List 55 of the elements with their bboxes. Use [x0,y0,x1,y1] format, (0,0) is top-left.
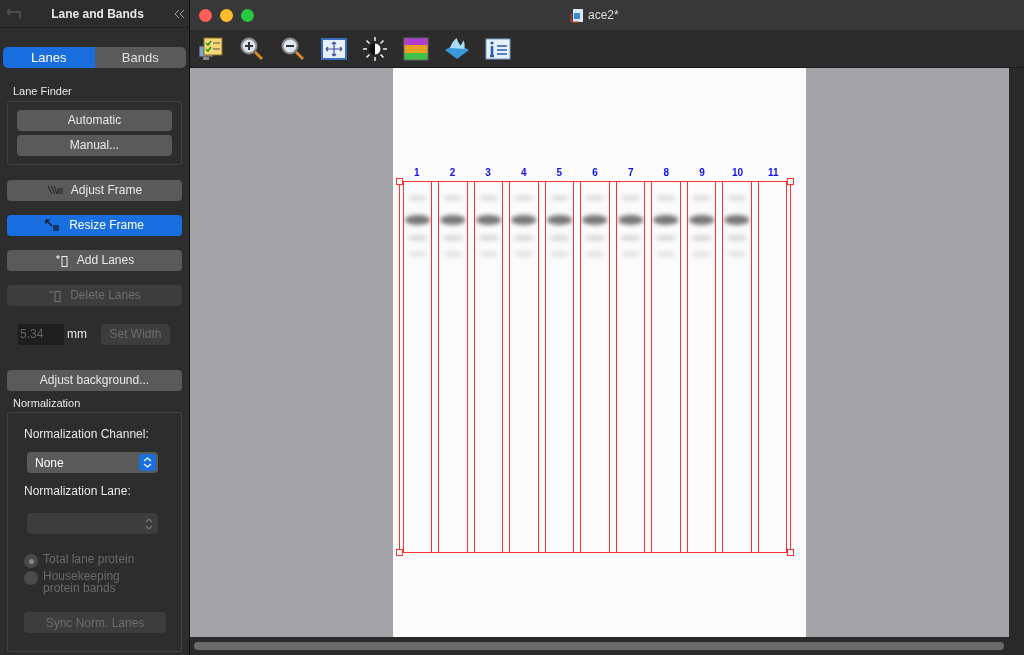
checklist-icon[interactable] [198,35,224,62]
resize-handle[interactable] [787,178,794,185]
lane-number: 6 [591,166,599,180]
lane-number: 4 [519,166,528,180]
section-label: Lane Finder [13,84,73,99]
horizontal-scrollbar[interactable] [194,642,1004,650]
lane-number: 10 [731,166,745,180]
lane-number: 9 [698,166,706,180]
adjust-background-button[interactable]: Adjust background... [7,369,182,391]
info-list-icon[interactable] [485,37,511,60]
tab[interactable]: Bands [94,47,186,68]
stepper-arrows-icon [139,454,156,471]
resize-handle[interactable] [396,178,403,185]
lane-number: 5 [555,166,564,180]
lane-number: 8 [662,166,671,180]
brightness-contrast-icon[interactable] [362,35,388,62]
lane-number: 2 [448,166,457,180]
lane-number: 11 [766,166,780,180]
window-title: ace2* [588,7,619,24]
lane-finder-button[interactable]: Manual... [17,134,172,156]
section-label: Normalization [13,395,82,411]
resize-handle[interactable] [396,549,403,556]
zoom-out-icon[interactable] [280,35,306,62]
close-icon[interactable] [199,8,212,22]
lane-finder-button[interactable]: Automatic [17,109,172,131]
delete-lane-icon [48,288,63,302]
lane-number: 1 [413,166,421,180]
tab[interactable]: Lanes [3,47,95,68]
lane-frame[interactable] [399,181,791,553]
field-label: Normalization Lane: [24,483,132,500]
back-arrow-icon[interactable] [4,7,22,20]
resize-handle[interactable] [787,549,794,556]
unit-label: mm [67,326,87,343]
add-lane-icon [54,253,69,267]
maximize-icon[interactable] [241,8,254,22]
resize-arrow-icon [45,219,62,231]
field-label: Normalization Channel: [24,426,150,443]
color-bars-icon[interactable] [403,36,429,61]
fit-view-icon[interactable] [321,37,347,60]
minimize-icon[interactable] [220,8,233,22]
tray-icon[interactable] [444,36,470,61]
tool-button[interactable]: Resize Frame [7,214,182,236]
lane-number: 7 [626,166,635,180]
collapse-icon[interactable] [173,8,185,19]
tool-button[interactable]: Adjust Frame [7,179,182,201]
lane-number: 3 [484,166,492,180]
tool-button[interactable]: Add Lanes [7,249,182,271]
radio-label: Total lane protein [43,553,136,565]
zoom-in-icon[interactable] [239,35,265,62]
stepper-arrows-icon [144,516,154,531]
panel-title: Lane and Bands [50,5,145,23]
channel-select[interactable]: None [27,452,158,473]
slanted-lines-icon [46,185,63,195]
document-icon [570,7,584,23]
radio-label: Housekeeping protein bands [43,570,121,594]
